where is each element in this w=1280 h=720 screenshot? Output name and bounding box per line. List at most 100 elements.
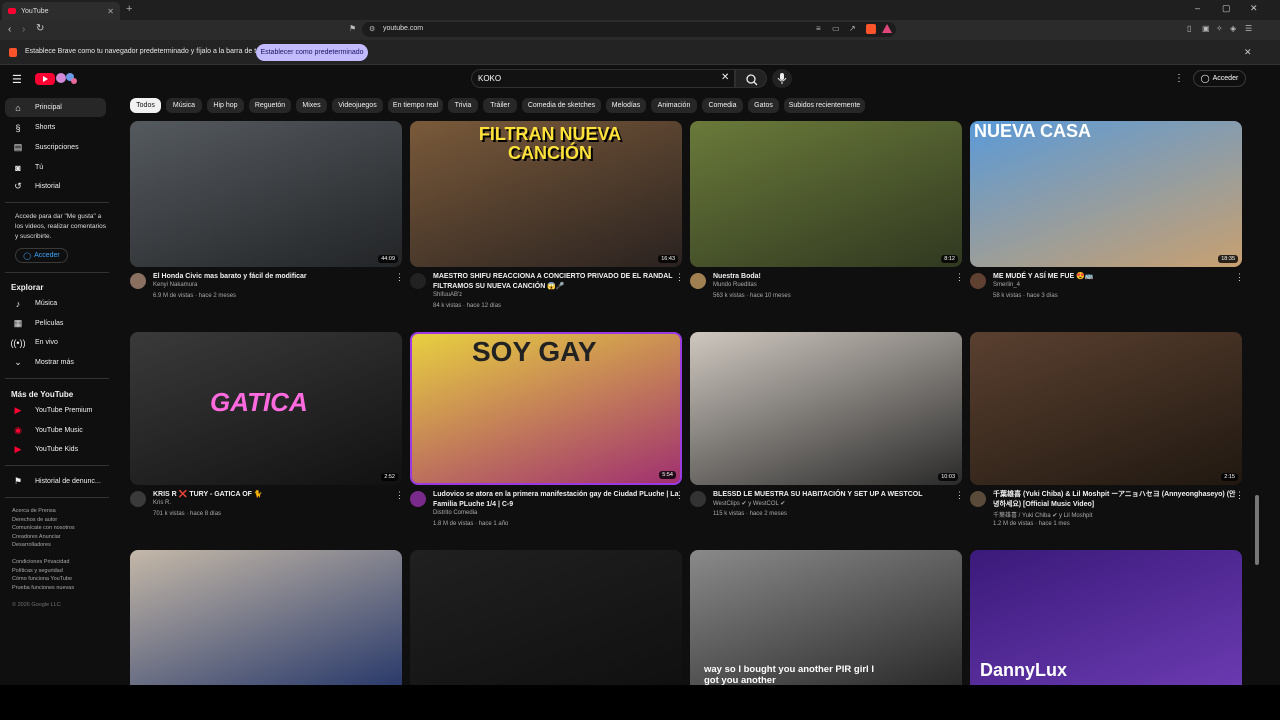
video-thumbnail[interactable]: GATICA 2:52	[130, 332, 402, 485]
clear-search-icon[interactable]: ✕	[721, 72, 729, 83]
channel-avatar[interactable]	[410, 273, 426, 289]
video-menu-icon[interactable]: ⋮	[675, 272, 684, 283]
video-title[interactable]: El Honda Civic mas barato y fácil de mod…	[153, 272, 401, 282]
video-title[interactable]: BLESSD LE MUESTRA SU HABITACIÓN Y SET UP…	[713, 490, 961, 500]
cast-icon[interactable]: ▭	[832, 24, 840, 33]
footer-link[interactable]: Cómo funciona YouTube	[12, 575, 74, 584]
video-thumbnail[interactable]: SOY GAY 5:54	[410, 332, 682, 485]
settings-kebab-icon[interactable]: ⋮	[1174, 73, 1184, 84]
sidebar-item-history[interactable]: ↺ Historial	[5, 177, 106, 196]
video-thumbnail[interactable]: 2:15	[970, 332, 1242, 485]
chip-filter[interactable]: Reguetón	[249, 98, 291, 113]
video-menu-icon[interactable]: ⋮	[395, 272, 404, 283]
channel-avatar[interactable]	[690, 491, 706, 507]
video-menu-icon[interactable]: ⋮	[955, 272, 964, 283]
video-menu-icon[interactable]: ⋮	[955, 490, 964, 501]
video-thumbnail[interactable]: DannyLux	[970, 550, 1242, 685]
channel-name[interactable]: 千葉雄喜 / Yuki Chiba ✔ y Lil Moshpit	[993, 510, 1092, 519]
sidebar-item-youtube-kids[interactable]: ▶ YouTube Kids	[5, 440, 106, 459]
footer-link[interactable]: Comunícate con nosotros	[12, 524, 75, 533]
chip-filter[interactable]: En tiempo real	[388, 98, 443, 113]
sidebar-toggle-icon[interactable]: ▯	[1187, 24, 1191, 33]
sidebar-item-movies[interactable]: ▦ Películas	[5, 314, 106, 333]
video-thumbnail[interactable]: 10:03	[690, 332, 962, 485]
sidebar-item-premium[interactable]: ▶ YouTube Premium	[5, 401, 106, 420]
chip-all[interactable]: Todos	[130, 98, 161, 113]
minimize-window-button[interactable]: –	[1195, 3, 1200, 13]
sidebar-item-live[interactable]: ((•)) En vivo	[5, 333, 106, 352]
sidebar-item-you[interactable]: ◙ Tú	[5, 158, 106, 177]
infobar-close-icon[interactable]: ✕	[1244, 47, 1252, 58]
channel-avatar[interactable]	[970, 273, 986, 289]
footer-link[interactable]: Prueba funciones nuevas	[12, 584, 74, 593]
sidebar-sign-in-button[interactable]: ◯ Acceder	[15, 248, 68, 263]
footer-link[interactable]: Condiciones Privacidad	[12, 558, 74, 567]
video-thumbnail[interactable]: way so I bought you another PIR girl I g…	[690, 550, 962, 685]
footer-links-1[interactable]: Acerca de Prensa Derechos de autor Comun…	[12, 507, 75, 550]
logo-doodle-icon[interactable]	[54, 71, 78, 86]
footer-link[interactable]: Desarrolladores	[12, 541, 75, 550]
chip-filter[interactable]: Comedia de sketches	[522, 98, 601, 113]
channel-name[interactable]: Mundo Rueditas	[713, 282, 757, 288]
reader-icon[interactable]: ≡	[816, 24, 821, 33]
footer-link[interactable]: Creadores Anunciar	[12, 533, 75, 542]
video-menu-icon[interactable]: ⋮	[1235, 272, 1244, 283]
channel-avatar[interactable]	[130, 491, 146, 507]
sidebar-item-music[interactable]: ♪ Música	[5, 294, 106, 313]
channel-name[interactable]: ShifuuAB'z	[433, 292, 462, 298]
footer-link[interactable]: Derechos de autor	[12, 516, 75, 525]
back-icon[interactable]: ‹	[8, 24, 11, 35]
chip-filter[interactable]: Melodías	[606, 98, 646, 113]
footer-links-2[interactable]: Condiciones Privacidad Políticas y segur…	[12, 558, 74, 592]
video-thumbnail[interactable]: FILTRAN NUEVA CANCIÓN 16:43	[410, 121, 682, 267]
chip-filter[interactable]: Videojuegos	[332, 98, 383, 113]
video-title[interactable]: Nuestra Boda!	[713, 272, 961, 282]
channel-avatar[interactable]	[410, 491, 426, 507]
browser-tab-youtube[interactable]: YouTube ✕	[2, 2, 120, 20]
sidebar-item-youtube-music[interactable]: ◉ YouTube Music	[5, 421, 106, 440]
video-thumbnail[interactable]	[130, 550, 402, 685]
channel-avatar[interactable]	[690, 273, 706, 289]
footer-link[interactable]: Acerca de Prensa	[12, 507, 75, 516]
video-title[interactable]: MAESTRO SHIFU REACCIONA A CONCIERTO PRIV…	[433, 272, 681, 292]
chip-filter[interactable]: Animación	[651, 98, 697, 113]
video-menu-icon[interactable]: ⋮	[1235, 490, 1244, 501]
channel-name[interactable]: WestClips ✔ y WestCOL ✔	[713, 500, 785, 507]
footer-link[interactable]: Políticas y seguridad	[12, 567, 74, 576]
video-title[interactable]: KRIS R ❌ TURY - GATICA OF 🐈	[153, 490, 401, 500]
chip-filter[interactable]: Música	[166, 98, 202, 113]
browser-menu-icon[interactable]: ☰	[1245, 24, 1252, 33]
sidebar-item-report-history[interactable]: ⚑ Historial de denunc...	[5, 472, 106, 491]
youtube-logo-icon[interactable]	[35, 73, 55, 85]
voice-search-button[interactable]	[772, 69, 792, 88]
reload-icon[interactable]: ↻	[36, 23, 44, 34]
channel-avatar[interactable]	[970, 491, 986, 507]
close-tab-icon[interactable]: ✕	[107, 7, 114, 16]
video-thumbnail[interactable]: NUEVA CASA 18:35	[970, 121, 1242, 267]
hamburger-menu-icon[interactable]: ☰	[12, 73, 22, 86]
new-tab-button[interactable]: +	[126, 3, 132, 15]
brave-rewards-icon[interactable]	[882, 24, 892, 33]
chip-filter[interactable]: Gatos	[748, 98, 779, 113]
video-title[interactable]: ME MUDÉ Y ASÍ ME FUE 😍🚌	[993, 272, 1241, 282]
set-default-button[interactable]: Establecer como predeterminado	[256, 44, 368, 61]
video-menu-icon[interactable]: ⋮	[395, 490, 404, 501]
channel-avatar[interactable]	[130, 273, 146, 289]
sidebar-item-home[interactable]: ⌂ Principal	[5, 98, 106, 117]
forward-icon[interactable]: ›	[22, 24, 25, 35]
scrollbar-thumb[interactable]	[1255, 495, 1259, 565]
chip-filter[interactable]: Subidos recientemente	[784, 98, 865, 113]
chip-filter[interactable]: Trivia	[448, 98, 478, 113]
video-thumbnail[interactable]	[410, 550, 682, 685]
sidebar-item-shorts[interactable]: § Shorts	[5, 118, 106, 137]
video-title[interactable]: Ludovico se atora en la primera manifest…	[433, 490, 681, 510]
video-thumbnail[interactable]: 8:12	[690, 121, 962, 267]
vpn-icon[interactable]: ◈	[1230, 24, 1236, 33]
channel-name[interactable]: Kris R.	[153, 500, 171, 506]
chip-filter[interactable]: Comedia	[702, 98, 743, 113]
site-info-icon[interactable]: ⚙	[369, 25, 375, 33]
sidebar-show-more[interactable]: ⌄ Mostrar más	[5, 353, 106, 372]
search-button[interactable]	[735, 69, 767, 88]
chip-filter[interactable]: Tráiler	[483, 98, 517, 113]
maximize-window-button[interactable]: ▢	[1222, 3, 1231, 14]
